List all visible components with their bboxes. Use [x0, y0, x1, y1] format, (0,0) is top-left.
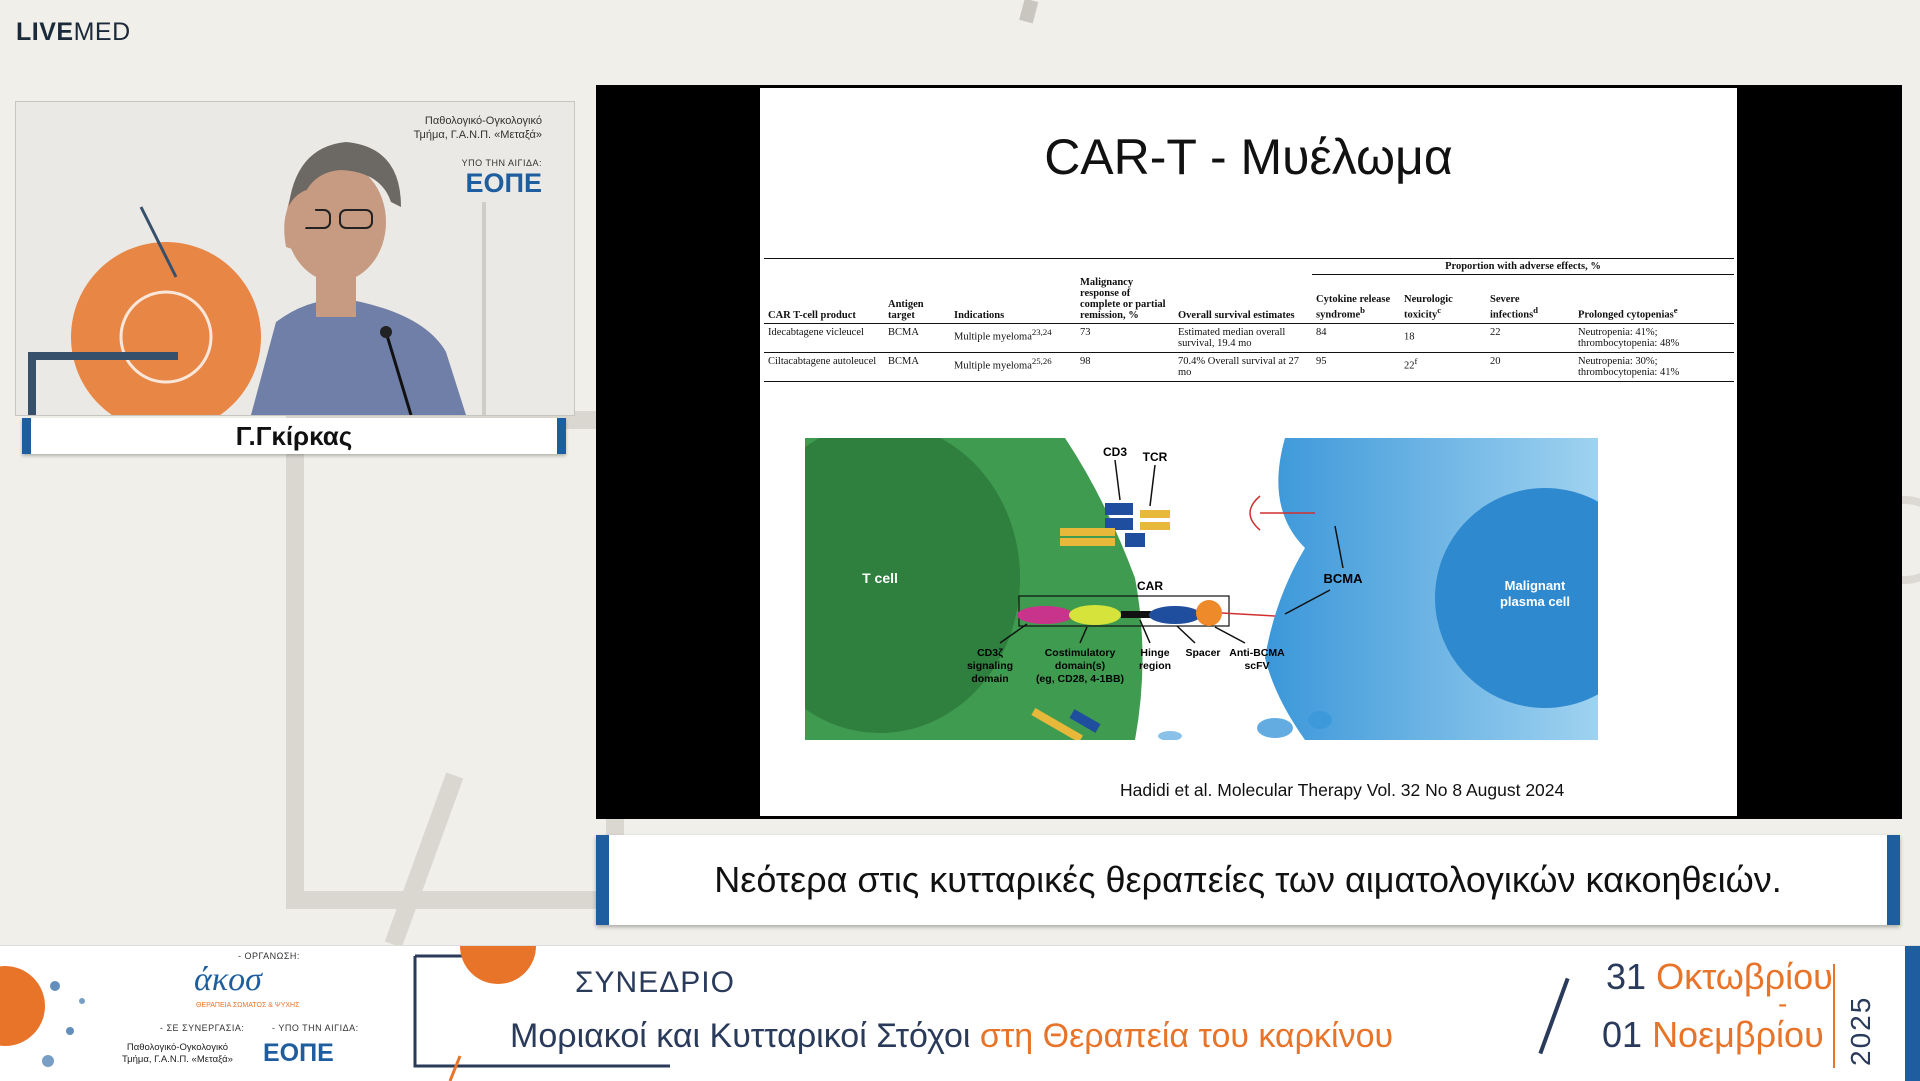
table-header: Severe infectionsd	[1486, 274, 1574, 324]
spacer-label: Spacer	[1185, 647, 1220, 659]
speaker-nameplate: Γ.Γκίρκας	[22, 418, 566, 454]
table-header: Antigen target	[884, 274, 950, 324]
costimulatory-domain	[1069, 605, 1121, 625]
backdrop-line: Τμήμα, Γ.Α.Ν.Π. «Μεταξά»	[413, 129, 542, 141]
plasma-cell-label: Malignant	[1505, 578, 1566, 593]
eope-logo: ΕΟΠΕ	[263, 1039, 334, 1067]
costim-label: (eg, CD28, 4-1BB)	[1036, 673, 1124, 685]
table-header: Indications	[950, 274, 1076, 324]
hinge-label: region	[1139, 660, 1171, 672]
table-spacer	[764, 258, 1312, 275]
costim-label: domain(s)	[1055, 660, 1105, 672]
cd3z-label: signaling	[967, 660, 1013, 672]
table-header: Neurologic toxicityc	[1400, 274, 1486, 324]
conference-year: 2025	[1845, 995, 1876, 1066]
akos-tagline: ΘΕΡΑΠΕΙΑ ΣΩΜΑΤΟΣ & ΨΥΧΗΣ	[196, 1002, 300, 1009]
spacer	[1149, 606, 1201, 624]
collaboration-line: Τμήμα, Γ.Α.Ν.Π. «Μεταξά»	[122, 1054, 233, 1065]
organizer-label: - ΟΡΓΑΝΩΣΗ:	[238, 951, 300, 961]
bcma-label: BCMA	[1324, 571, 1364, 586]
livemed-logo: LIVEMED	[16, 18, 131, 46]
table-group-header: Proportion with adverse effects, %	[1312, 258, 1734, 275]
footer-edge-bar	[1905, 946, 1920, 1081]
lecture-title-bar: Νεότερα στις κυτταρικές θεραπείες των αι…	[596, 835, 1900, 925]
scfv-label: Anti-BCMA	[1229, 647, 1285, 659]
cd3-label: CD3	[1103, 445, 1127, 459]
backdrop-eope-logo: ΕΟΠΕ	[465, 168, 542, 198]
table-header: Prolonged cytopeniase	[1574, 274, 1734, 324]
anti-bcma-scfv	[1196, 600, 1222, 626]
speaker-video: Παθολογικό-Ογκολογικό Τμήμα, Γ.Α.Ν.Π. «Μ…	[15, 101, 575, 416]
t-cell-label: T cell	[862, 570, 898, 586]
collaboration-label: - ΣΕ ΣΥΝΕΡΓΑΣΙΑ:	[160, 1023, 245, 1033]
akos-logo: άκοσ	[194, 961, 262, 998]
table-row: Ciltacabtagene autoleucel BCMA Multiple …	[764, 352, 1734, 381]
cd3z-domain	[1017, 606, 1073, 624]
table-header: CAR T-cell product	[764, 274, 884, 324]
hinge-label: Hinge	[1140, 647, 1169, 659]
date-first: 31 Οκτωβρίου	[1606, 956, 1833, 997]
slide-title: CAR-T - Μυέλωμα	[1044, 129, 1453, 185]
patronage-label: - ΥΠΟ ΤΗΝ ΑΙΓΙΔΑ:	[272, 1023, 359, 1033]
slide: CAR-T - Μυέλωμα Proportion with adverse …	[760, 88, 1737, 816]
year-divider	[1833, 964, 1835, 1068]
cd3z-label: domain	[971, 673, 1008, 685]
hinge-region	[1121, 611, 1151, 618]
conference-title: Μοριακοί και Κυτταρικοί Στόχοι στη Θεραπ…	[510, 1017, 1394, 1055]
conference-label: ΣΥΝΕΔΡΙΟ	[575, 966, 735, 999]
collaboration-line: Παθολογικό-Ογκολογικό	[126, 1042, 228, 1053]
car-label: CAR	[1137, 579, 1163, 593]
table-header: Overall survival estimates	[1174, 274, 1312, 324]
cart-therapy-table: Proportion with adverse effects, % CAR T…	[764, 258, 1734, 382]
plasma-cell-label: plasma cell	[1500, 594, 1570, 609]
orange-splash-decoration	[0, 966, 85, 1067]
table-row: Idecabtagene vicleucel BCMA Multiple mye…	[764, 323, 1734, 352]
car-t-diagram: T cell Malignant plasma cell CD3 TCR CAR…	[805, 438, 1598, 740]
slide-citation: Hadidi et al. Molecular Therapy Vol. 32 …	[1120, 780, 1565, 800]
date-second: 01 Νοεμβρίου	[1602, 1014, 1824, 1055]
date-divider	[1538, 977, 1570, 1055]
slide-frame: CAR-T - Μυέλωμα Proportion with adverse …	[596, 85, 1902, 819]
backdrop-line: Παθολογικό-Ογκολογικό	[424, 115, 542, 127]
conference-footer: - ΟΡΓΑΝΩΣΗ: άκοσ ΘΕΡΑΠΕΙΑ ΣΩΜΑΤΟΣ & ΨΥΧΗ…	[0, 945, 1920, 1081]
scfv-label: scFV	[1244, 660, 1269, 672]
table-header: Malignancy response of complete or parti…	[1076, 274, 1174, 324]
costim-label: Costimulatory	[1045, 647, 1116, 659]
tcr-label: TCR	[1143, 450, 1168, 464]
table-header: Cytokine release syndromeb	[1312, 274, 1400, 324]
cd3z-label: CD3ζ	[977, 647, 1003, 659]
